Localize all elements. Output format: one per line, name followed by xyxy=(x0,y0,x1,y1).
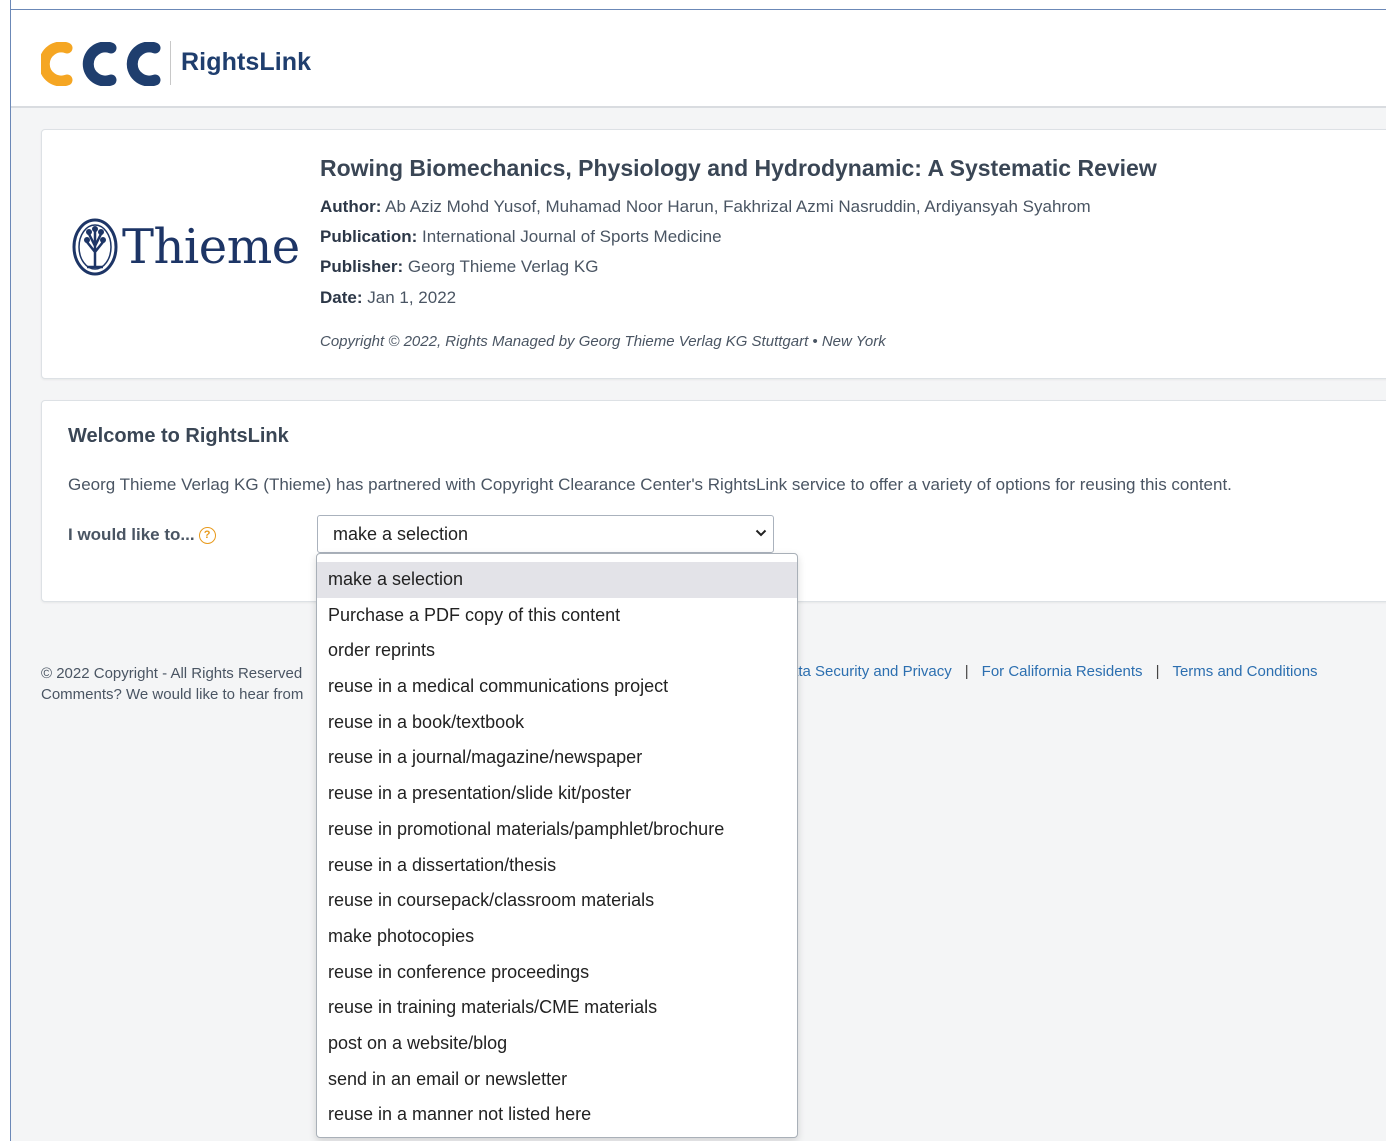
article-info-card: Thieme Rowing Biomechanics, Physiology a… xyxy=(41,129,1386,379)
dropdown-option[interactable]: reuse in a medical communications projec… xyxy=(317,669,797,705)
dropdown-option[interactable]: Purchase a PDF copy of this content xyxy=(317,598,797,634)
footer-separator: | xyxy=(1155,663,1160,680)
publisher-label: Publisher: xyxy=(320,257,404,276)
footer-comments: Comments? We would like to hear from xyxy=(41,686,304,703)
author-label: Author: xyxy=(320,197,382,216)
welcome-text: Georg Thieme Verlag KG (Thieme) has part… xyxy=(68,475,1232,494)
footer-copyright: © 2022 Copyright - All Rights Reserved xyxy=(41,665,303,682)
article-title: Rowing Biomechanics, Physiology and Hydr… xyxy=(320,155,1157,181)
dropdown-option[interactable]: reuse in a presentation/slide kit/poster xyxy=(317,776,797,812)
window-frame-top xyxy=(0,0,1386,10)
reuse-type-dropdown-list[interactable]: make a selection Purchase a PDF copy of t… xyxy=(316,553,798,1138)
dropdown-option[interactable]: order reprints xyxy=(317,633,797,669)
footer-link-terms[interactable]: Terms and Conditions xyxy=(1172,663,1317,680)
dropdown-option[interactable]: make a selection xyxy=(317,562,797,598)
dropdown-option[interactable]: reuse in promotional materials/pamphlet/… xyxy=(317,812,797,848)
dropdown-option[interactable]: send in an email or newsletter xyxy=(317,1062,797,1098)
window-frame-left xyxy=(0,0,11,1141)
footer-left: © 2022 Copyright - All Rights Reserved C… xyxy=(41,663,303,705)
thieme-logo: Thieme xyxy=(72,218,300,276)
footer-separator: | xyxy=(964,663,969,680)
article-copyright: Copyright © 2022, Rights Managed by Geor… xyxy=(320,333,886,350)
select-current-value: make a selection xyxy=(333,524,469,544)
publisher-line: Publisher: Georg Thieme Verlag KG xyxy=(320,257,598,277)
dropdown-option[interactable]: reuse in a dissertation/thesis xyxy=(317,848,797,884)
dropdown-option[interactable]: reuse in training materials/CME material… xyxy=(317,990,797,1026)
date-value: Jan 1, 2022 xyxy=(367,288,457,307)
reuse-select-label: I would like to... ? xyxy=(68,525,216,545)
thieme-wordmark: Thieme xyxy=(122,219,300,275)
date-line: Date: Jan 1, 2022 xyxy=(320,288,456,308)
dropdown-option[interactable]: reuse in a book/textbook xyxy=(317,705,797,741)
thieme-tree-icon xyxy=(72,218,118,276)
publication-label: Publication: xyxy=(320,227,418,246)
logo-divider xyxy=(170,41,171,85)
like-label-text: I would like to... xyxy=(68,525,195,544)
footer-link-privacy[interactable]: ata Security and Privacy xyxy=(790,663,952,680)
site-header: RightsLink xyxy=(11,10,1386,108)
dropdown-option[interactable]: reuse in conference proceedings xyxy=(317,955,797,991)
dropdown-option[interactable]: make photocopies xyxy=(317,919,797,955)
publication-value: International Journal of Sports Medicine xyxy=(422,227,722,246)
rightslink-wordmark: RightsLink xyxy=(181,48,312,76)
dropdown-option[interactable]: reuse in a manner not listed here xyxy=(317,1097,797,1133)
date-label: Date: xyxy=(320,288,363,307)
footer-links: ata Security and Privacy | For California … xyxy=(790,663,1318,680)
help-icon[interactable]: ? xyxy=(198,526,216,544)
author-value: Ab Aziz Mohd Yusof, Muhamad Noor Harun, … xyxy=(385,197,1091,216)
reuse-type-select[interactable]: make a selection xyxy=(317,515,774,553)
publication-line: Publication: International Journal of Sp… xyxy=(320,227,722,247)
footer-link-california[interactable]: For California Residents xyxy=(982,663,1143,680)
welcome-title: Welcome to RightsLink xyxy=(68,425,289,447)
ccc-logo[interactable] xyxy=(41,42,169,86)
publisher-value: Georg Thieme Verlag KG xyxy=(407,257,599,276)
dropdown-option[interactable]: reuse in coursepack/classroom materials xyxy=(317,883,797,919)
dropdown-option[interactable]: post on a website/blog xyxy=(317,1026,797,1062)
dropdown-option[interactable]: reuse in a journal/magazine/newspaper xyxy=(317,740,797,776)
chevron-down-icon xyxy=(755,529,767,537)
author-line: Author: Ab Aziz Mohd Yusof, Muhamad Noor… xyxy=(320,197,1091,217)
